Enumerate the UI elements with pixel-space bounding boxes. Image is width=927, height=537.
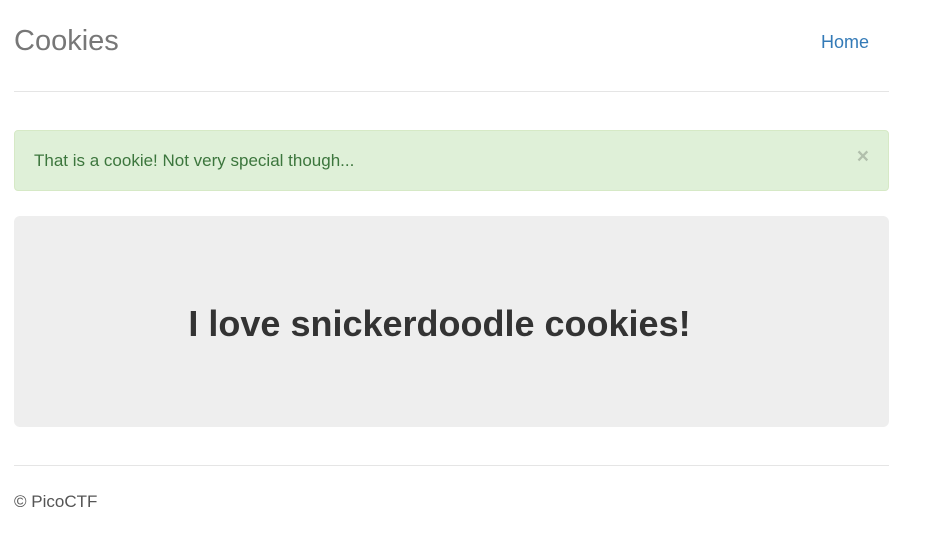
jumbotron-heading: I love snickerdoodle cookies!: [188, 302, 691, 344]
nav-item-home: Home: [821, 32, 869, 53]
footer: © PicoCTF: [14, 465, 889, 512]
alert-message: That is a cookie! Not very special thoug…: [34, 151, 355, 170]
close-icon[interactable]: ×: [857, 146, 869, 167]
home-link[interactable]: Home: [821, 32, 869, 52]
page-container: Cookies Home That is a cookie! Not very …: [14, 0, 889, 512]
success-alert: That is a cookie! Not very special thoug…: [14, 130, 889, 191]
brand-title: Cookies: [14, 25, 119, 57]
footer-copyright: © PicoCTF: [14, 492, 98, 511]
nav-menu: Home: [821, 32, 869, 53]
header: Cookies Home: [14, 0, 889, 92]
jumbotron: I love snickerdoodle cookies!: [14, 216, 889, 427]
